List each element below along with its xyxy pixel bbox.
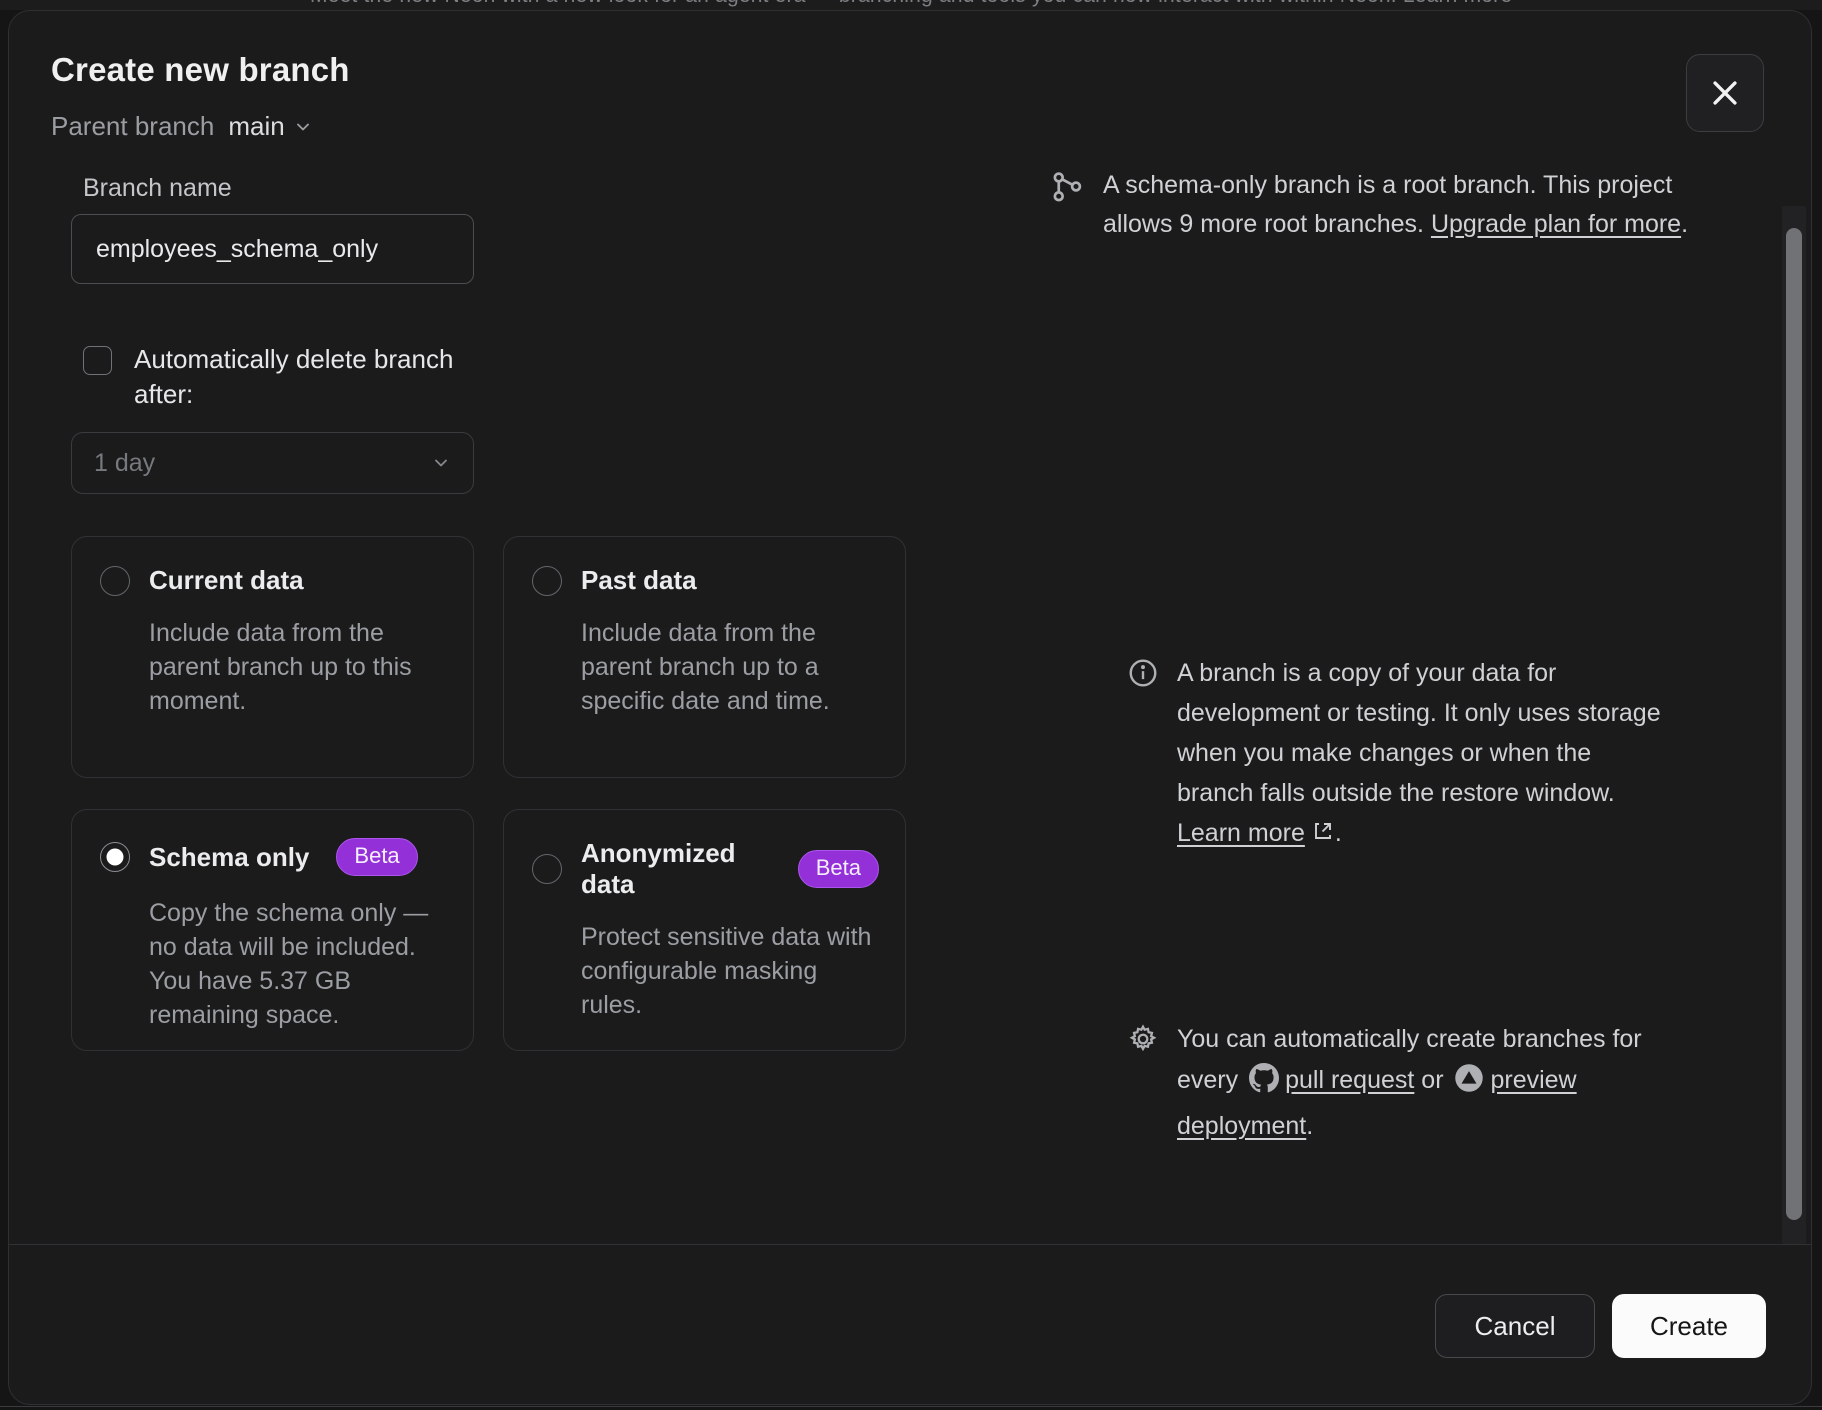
banner-clipped-text: Meet the new Neon with a new look for an…: [310, 0, 1512, 8]
ttl-select[interactable]: 1 day: [71, 432, 474, 494]
branch-info-note: A branch is a copy of your data for deve…: [1127, 653, 1672, 855]
option-description: Protect sensitive data with configurable…: [581, 920, 876, 1022]
option-description: Include data from the parent branch up t…: [149, 616, 444, 718]
upgrade-plan-link[interactable]: Upgrade plan for more: [1431, 210, 1681, 238]
create-branch-dialog: Create new branch Parent branch main Bra…: [8, 10, 1812, 1405]
scrollbar-track[interactable]: [1782, 206, 1806, 1244]
option-description: Copy the schema only — no data will be i…: [149, 896, 444, 1032]
ttl-select-value: 1 day: [94, 449, 155, 478]
vercel-icon: [1454, 1063, 1484, 1106]
pull-request-link[interactable]: pull request: [1285, 1066, 1414, 1094]
branch-schema-icon: [1049, 170, 1085, 244]
radio-current-data[interactable]: [100, 566, 130, 596]
option-card-past-data[interactable]: Past data Include data from the parent b…: [503, 536, 906, 778]
note-suffix: .: [1306, 1112, 1313, 1140]
option-title: Current data: [149, 565, 304, 596]
close-icon: [1708, 76, 1742, 110]
cancel-button[interactable]: Cancel: [1435, 1294, 1595, 1358]
automation-note: You can automatically create branches fo…: [1127, 1019, 1672, 1147]
note-text: A branch is a copy of your data for deve…: [1177, 659, 1661, 807]
option-description: Include data from the parent branch up t…: [581, 616, 876, 718]
option-card-schema-only[interactable]: Schema only Beta Copy the schema only — …: [71, 809, 474, 1051]
note-suffix: .: [1681, 210, 1688, 238]
branch-info-text: A branch is a copy of your data for deve…: [1177, 653, 1672, 855]
beta-badge: Beta: [336, 838, 417, 876]
scrollbar-thumb[interactable]: [1786, 228, 1802, 1220]
info-icon: [1127, 657, 1159, 855]
external-link-icon: [1311, 815, 1335, 855]
radio-past-data[interactable]: [532, 566, 562, 596]
beta-badge: Beta: [798, 850, 879, 888]
parent-branch-row: Parent branch main: [51, 111, 313, 142]
dialog-title: Create new branch: [51, 51, 350, 89]
learn-more-link[interactable]: Learn more: [1177, 819, 1305, 847]
background-divider: [0, 1406, 1822, 1407]
branch-name-label: Branch name: [83, 174, 232, 203]
schema-only-note: A schema-only branch is a root branch. T…: [1049, 166, 1739, 244]
create-button[interactable]: Create: [1612, 1294, 1766, 1358]
parent-branch-label: Parent branch: [51, 111, 214, 142]
automation-note-text: You can automatically create branches fo…: [1177, 1019, 1672, 1147]
auto-delete-row: Automatically delete branch after:: [83, 342, 483, 412]
option-title: Schema only: [149, 842, 309, 873]
chevron-down-icon: [431, 453, 451, 473]
chevron-down-icon: [293, 117, 313, 137]
radio-schema-only[interactable]: [100, 842, 130, 872]
auto-delete-checkbox[interactable]: [83, 346, 112, 375]
schema-only-note-text: A schema-only branch is a root branch. T…: [1103, 166, 1739, 244]
gear-icon: [1127, 1023, 1159, 1147]
note-text: or: [1414, 1066, 1450, 1094]
data-option-cards: Current data Include data from the paren…: [71, 536, 906, 1051]
option-card-anonymized-data[interactable]: Anonymized data Beta Protect sensitive d…: [503, 809, 906, 1051]
radio-anonymized-data[interactable]: [532, 854, 562, 884]
option-title: Past data: [581, 565, 697, 596]
auto-delete-label: Automatically delete branch after:: [134, 342, 483, 412]
option-card-current-data[interactable]: Current data Include data from the paren…: [71, 536, 474, 778]
option-title: Anonymized data: [581, 838, 771, 900]
branch-name-input[interactable]: [71, 214, 474, 284]
footer-divider: [9, 1244, 1812, 1245]
close-button[interactable]: [1686, 54, 1764, 132]
parent-branch-value: main: [228, 111, 284, 142]
parent-branch-select[interactable]: main: [228, 111, 312, 142]
background-banner: Meet the new Neon with a new look for an…: [0, 0, 1822, 10]
note-suffix: .: [1335, 819, 1342, 847]
footer-buttons: Cancel Create: [1435, 1294, 1766, 1358]
github-icon: [1249, 1063, 1279, 1106]
